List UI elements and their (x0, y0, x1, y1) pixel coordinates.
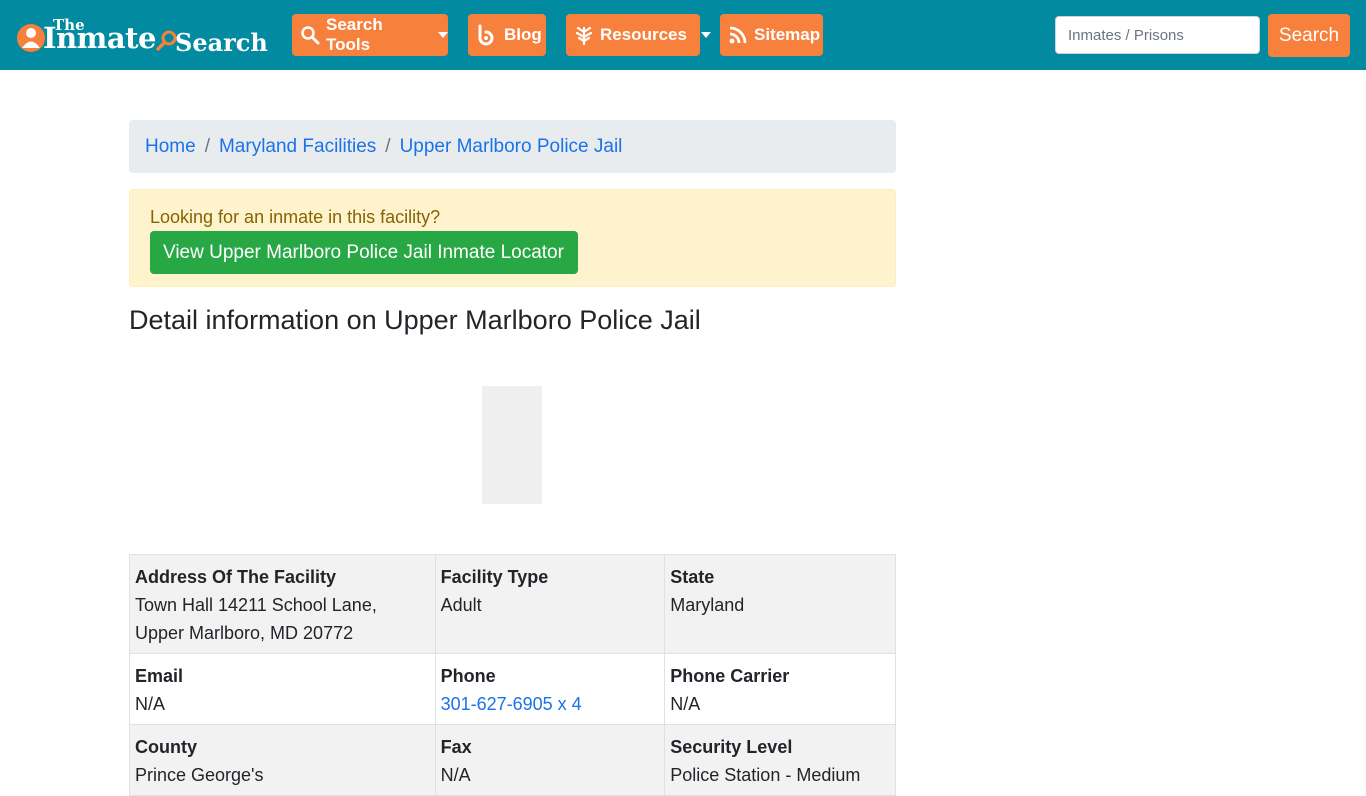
county-cell: County Prince George's (129, 724, 436, 796)
facility-type-value: Adult (440, 595, 482, 615)
search-tools-dropdown[interactable]: Search Tools (292, 14, 448, 56)
resources-label: Resources (600, 25, 687, 44)
blog-label: Blog (504, 25, 542, 44)
email-label: Email (135, 666, 184, 686)
facility-details-table: Address Of The Facility Town Hall 14211 … (129, 554, 896, 796)
search-tools-icon (301, 26, 320, 45)
site-logo[interactable]: The Inmate Search (16, 15, 268, 57)
chevron-down-icon (700, 32, 711, 38)
phone-carrier-value: N/A (670, 694, 701, 714)
inmate-locator-button[interactable]: View Upper Marlboro Police Jail Inmate L… (150, 231, 578, 274)
map-placeholder (482, 386, 542, 504)
chevron-down-icon (438, 32, 448, 38)
phone-link[interactable]: 301-627-6905 x 4 (441, 694, 582, 714)
state-value: Maryland (670, 595, 745, 615)
facility-type-cell: Facility Type Adult (434, 554, 666, 654)
sitemap-label: Sitemap (754, 25, 821, 44)
leaf-icon (575, 26, 593, 45)
breadcrumb-facility[interactable]: Upper Marlboro Police Jail (400, 136, 623, 158)
page-title: Detail information on Upper Marlboro Pol… (129, 305, 701, 335)
table-row: Address Of The Facility Town Hall 14211 … (129, 554, 896, 654)
breadcrumb-separator: / (385, 135, 391, 157)
security-level-value: Police Station - Medium (670, 765, 861, 785)
facility-type-label: Facility Type (440, 567, 549, 587)
phone-label: Phone (440, 666, 496, 686)
security-level-label: Security Level (670, 737, 793, 757)
address-cell: Address Of The Facility Town Hall 14211 … (129, 554, 436, 654)
navbar: The Inmate Search Search Tools Blog Reso… (0, 0, 1366, 70)
county-label: County (135, 737, 197, 757)
inmate-locator-alert: Looking for an inmate in this facility? … (129, 189, 896, 287)
phone-cell: Phone 301-627-6905 x 4 (434, 653, 666, 725)
search-input[interactable] (1055, 16, 1260, 54)
person-icon (17, 24, 45, 52)
security-level-cell: Security Level Police Station - Medium (664, 724, 896, 796)
search-tools-label: Search Tools (326, 15, 383, 54)
blog-icon (478, 24, 494, 46)
email-cell: Email N/A (129, 653, 436, 725)
search-button[interactable]: Search (1268, 14, 1350, 57)
address-label: Address Of The Facility (135, 567, 337, 587)
email-value: N/A (135, 694, 166, 714)
address-line1: Town Hall 14211 School Lane, (135, 595, 377, 615)
logo-inmate: Inmate (43, 21, 156, 55)
alert-message: Looking for an inmate in this facility? (150, 207, 441, 227)
rss-icon (729, 26, 747, 44)
logo-search: Search (175, 28, 268, 57)
breadcrumb: Home / Maryland Facilities / Upper Marlb… (129, 120, 896, 173)
fax-value: N/A (440, 765, 471, 785)
sitemap-button[interactable]: Sitemap (720, 14, 823, 56)
fax-label: Fax (440, 737, 472, 757)
table-row: Email N/A Phone 301-627-6905 x 4 Phone C… (129, 653, 896, 725)
breadcrumb-separator: / (204, 135, 210, 157)
state-label: State (670, 567, 715, 587)
breadcrumb-state[interactable]: Maryland Facilities (219, 136, 376, 158)
address-line2: Upper Marlboro, MD 20772 (135, 623, 354, 643)
table-row: County Prince George's Fax N/A Security … (129, 724, 896, 796)
phone-carrier-label: Phone Carrier (670, 666, 790, 686)
phone-carrier-cell: Phone Carrier N/A (664, 653, 896, 725)
county-value: Prince George's (135, 765, 264, 785)
breadcrumb-home[interactable]: Home (145, 136, 196, 158)
state-cell: State Maryland (664, 554, 896, 654)
blog-button[interactable]: Blog (468, 14, 546, 56)
fax-cell: Fax N/A (434, 724, 666, 796)
resources-dropdown[interactable]: Resources (566, 14, 711, 56)
